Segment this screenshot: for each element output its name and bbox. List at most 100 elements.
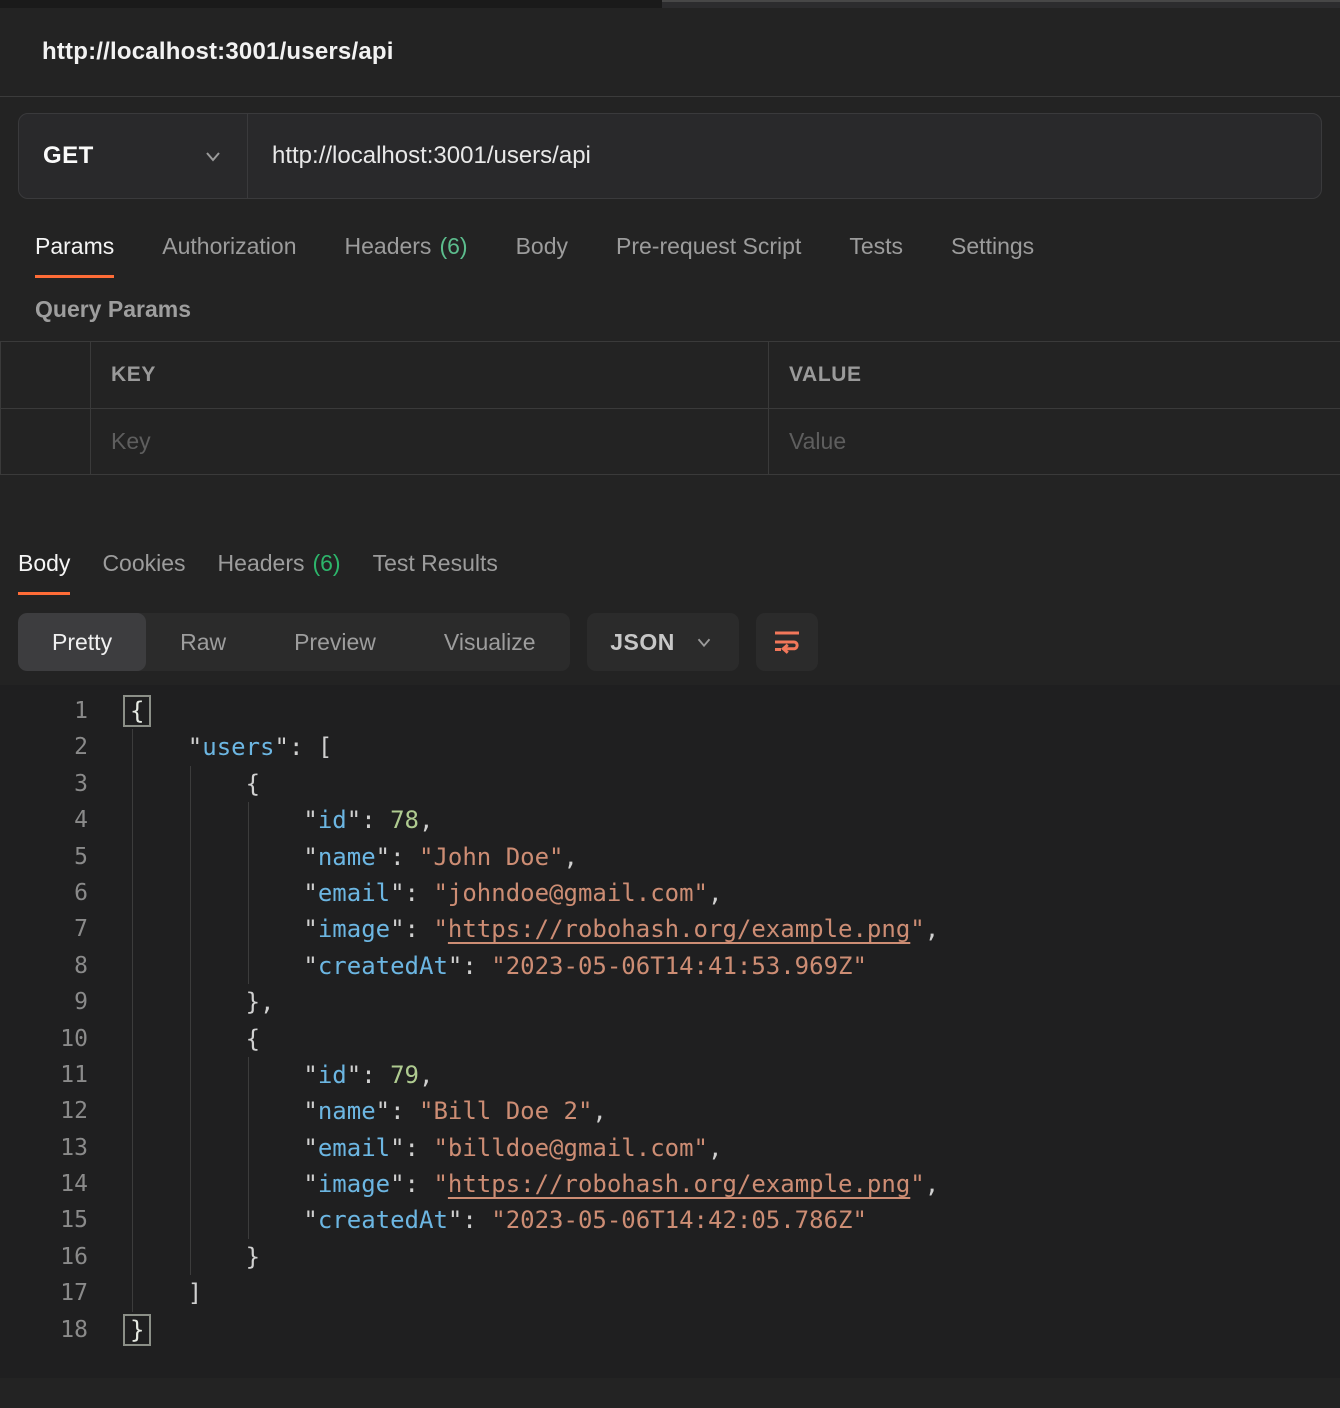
view-mode-pretty[interactable]: Pretty: [18, 613, 146, 671]
code-line: 18}: [0, 1312, 1340, 1348]
request-tab-settings[interactable]: Settings: [951, 226, 1034, 278]
response-tab-cookies[interactable]: Cookies: [102, 543, 185, 595]
tab-label: Tests: [849, 233, 903, 259]
code-content: {: [88, 766, 260, 802]
token-k: id: [318, 806, 347, 834]
tab-label: Headers: [345, 233, 432, 259]
code-content: "image": "https://robohash.org/example.p…: [88, 1166, 939, 1202]
tab-label: Settings: [951, 233, 1034, 259]
code-line: 10 {: [0, 1021, 1340, 1057]
table-row: [0, 408, 1340, 474]
token-p: }: [246, 1243, 260, 1271]
line-number: 4: [0, 802, 88, 838]
url-input[interactable]: http://localhost:3001/users/api: [248, 114, 1321, 198]
view-mode-raw[interactable]: Raw: [146, 613, 260, 671]
key-input[interactable]: [111, 428, 735, 455]
token-k: image: [318, 1170, 390, 1198]
token-s: "billdoe@gmail.com": [433, 1134, 708, 1162]
view-mode-preview[interactable]: Preview: [260, 613, 410, 671]
token-s: "Bill Doe 2": [419, 1097, 592, 1125]
active-tab-remnant[interactable]: [0, 0, 662, 8]
code-content: },: [88, 984, 275, 1020]
fold-toggle[interactable]: }: [125, 1316, 149, 1344]
view-mode-visualize[interactable]: Visualize: [410, 613, 570, 671]
token-p: ": [303, 1170, 317, 1198]
token-p: ":: [448, 952, 491, 980]
request-tab-params[interactable]: Params: [35, 226, 114, 278]
code-line: 2 "users": [: [0, 729, 1340, 765]
line-number: 16: [0, 1239, 88, 1275]
token-p: ": [: [275, 733, 333, 761]
indent-guide: [190, 766, 191, 1276]
view-mode-switch: PrettyRawPreviewVisualize: [18, 613, 570, 671]
tab-count-badge: (6): [312, 550, 340, 576]
format-select[interactable]: JSON: [587, 613, 739, 671]
token-s: ": [433, 1170, 447, 1198]
request-tab-body[interactable]: Body: [516, 226, 568, 278]
indent-guide: [248, 1057, 249, 1239]
response-tab-headers[interactable]: Headers (6): [218, 543, 341, 595]
token-k: name: [318, 1097, 376, 1125]
value-column-header: VALUE: [789, 363, 862, 387]
request-tab-authorization[interactable]: Authorization: [162, 226, 296, 278]
token-p: ":: [390, 1134, 433, 1162]
token-p: ": [303, 843, 317, 871]
value-input[interactable]: [789, 428, 1312, 455]
fold-toggle[interactable]: {: [125, 697, 149, 725]
code-line: 9 },: [0, 984, 1340, 1020]
line-number: 1: [0, 693, 88, 729]
url-bar: GET http://localhost:3001/users/api: [18, 113, 1322, 199]
line-number: 12: [0, 1093, 88, 1129]
request-tab-tests[interactable]: Tests: [849, 226, 903, 278]
url-link[interactable]: https://robohash.org/example.png: [448, 1170, 910, 1198]
response-tab-test-results[interactable]: Test Results: [373, 543, 498, 595]
code-content: "name": "Bill Doe 2",: [88, 1093, 607, 1129]
url-link[interactable]: https://robohash.org/example.png: [448, 915, 910, 943]
code-content: "email": "billdoe@gmail.com",: [88, 1130, 722, 1166]
response-controls: PrettyRawPreviewVisualize JSON: [18, 613, 1322, 671]
line-number: 15: [0, 1202, 88, 1238]
token-s: ": [910, 1170, 924, 1198]
code-line: 11 "id": 79,: [0, 1057, 1340, 1093]
method-select[interactable]: GET: [19, 114, 247, 198]
token-p: ": [303, 879, 317, 907]
line-number: 13: [0, 1130, 88, 1166]
token-p: ":: [347, 1061, 390, 1089]
request-tab-pre-request-script[interactable]: Pre-request Script: [616, 226, 801, 278]
code-line: 15 "createdAt": "2023-05-06T14:42:05.786…: [0, 1202, 1340, 1238]
token-p: ":: [376, 1097, 419, 1125]
row-checkbox-cell[interactable]: [1, 409, 91, 474]
code-line: 13 "email": "billdoe@gmail.com",: [0, 1130, 1340, 1166]
token-p: ,: [419, 806, 433, 834]
key-column-header: KEY: [111, 363, 156, 387]
chevron-down-icon: [201, 144, 225, 168]
line-number: 10: [0, 1021, 88, 1057]
tab-strip-background: [662, 0, 1340, 8]
token-p: },: [246, 988, 275, 1016]
wrap-text-button[interactable]: [756, 613, 818, 671]
tab-count-badge: (6): [439, 233, 467, 259]
token-p: ":: [390, 1170, 433, 1198]
line-number: 7: [0, 911, 88, 947]
tab-label: Headers: [218, 550, 305, 576]
code-line: 6 "email": "johndoe@gmail.com",: [0, 875, 1340, 911]
line-number: 8: [0, 948, 88, 984]
code-line: 17 ]: [0, 1275, 1340, 1311]
token-k: users: [202, 733, 274, 761]
response-tabs: Body Cookies Headers (6) Test Results: [0, 543, 1340, 595]
response-tab-body[interactable]: Body: [18, 543, 70, 595]
request-tab-headers[interactable]: Headers (6): [345, 226, 468, 278]
token-p: ,: [925, 915, 939, 943]
code-line: 14 "image": "https://robohash.org/exampl…: [0, 1166, 1340, 1202]
code-content: "createdAt": "2023-05-06T14:42:05.786Z": [88, 1202, 867, 1238]
token-p: ]: [188, 1279, 202, 1307]
query-params-table: KEY VALUE: [0, 341, 1340, 475]
format-label: JSON: [610, 629, 675, 656]
token-p: ": [303, 1097, 317, 1125]
token-p: ":: [448, 1206, 491, 1234]
token-p: ,: [564, 843, 578, 871]
response-body-editor[interactable]: 1{2 "users": [3 {4 "id": 78,5 "name": "J…: [0, 685, 1340, 1378]
line-number: 3: [0, 766, 88, 802]
line-number: 17: [0, 1275, 88, 1311]
token-p: ": [303, 1206, 317, 1234]
